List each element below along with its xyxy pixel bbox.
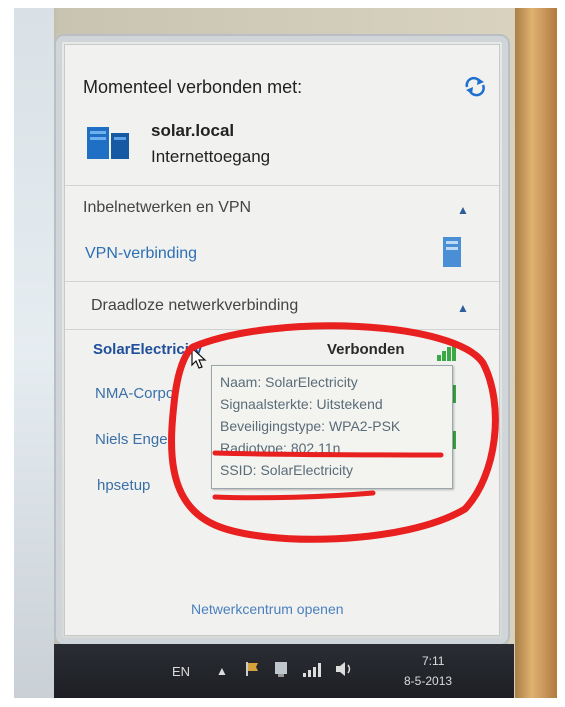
volume-icon[interactable] xyxy=(334,660,354,681)
monitor-edge xyxy=(14,8,54,698)
taskbar: EN ▲ 7:11 8-5-2013 xyxy=(54,644,514,698)
clock-date[interactable]: 8-5-2013 xyxy=(404,674,452,688)
network-flyout-panel: Momenteel verbonden met: solar.local Int… xyxy=(64,44,500,636)
photo-frame: Momenteel verbonden met: solar.local Int… xyxy=(14,8,557,698)
show-hidden-icons-icon[interactable]: ▲ xyxy=(216,664,228,678)
red-annotation xyxy=(168,322,499,543)
action-center-flag-icon[interactable] xyxy=(244,660,262,681)
network-flyout: Momenteel verbonden met: solar.local Int… xyxy=(54,34,510,646)
network-center-link[interactable]: Netwerkcentrum openen xyxy=(191,601,344,617)
background-wood xyxy=(515,8,557,698)
wifi-signal-icon[interactable] xyxy=(302,660,324,681)
clock-time[interactable]: 7:11 xyxy=(422,654,444,668)
network-tray-icon[interactable] xyxy=(272,660,290,681)
language-indicator[interactable]: EN xyxy=(172,664,190,679)
